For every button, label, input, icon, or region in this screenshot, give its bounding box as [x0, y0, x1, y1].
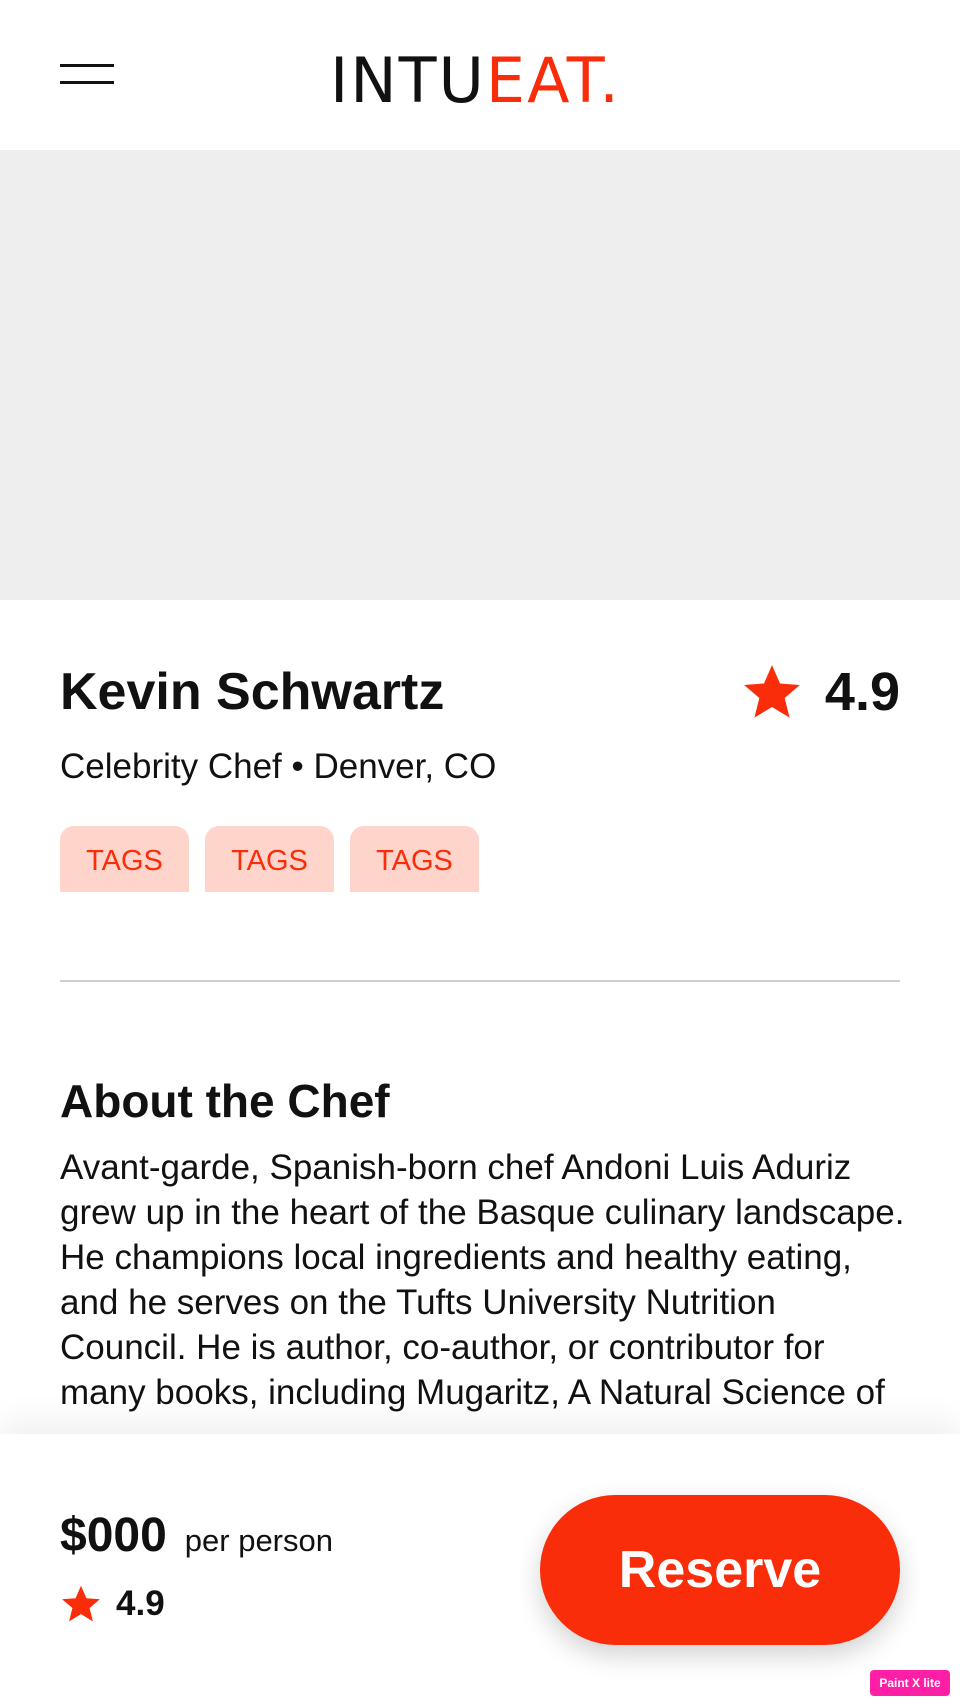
tag-chip[interactable]: TAGS: [350, 826, 479, 892]
paint-x-lite-watermark: Paint X lite: [870, 1670, 950, 1696]
intueat-logo[interactable]: INTUEAT.: [330, 46, 621, 116]
chef-profile-page: INTUEAT. Kevin Schwartz 4.9 Celebrity Ch…: [0, 0, 960, 1704]
price: $000 per person: [60, 1508, 333, 1564]
booking-rating: 4.9: [60, 1582, 165, 1626]
price-unit: per person: [184, 1523, 333, 1558]
app-header: INTUEAT.: [0, 0, 960, 150]
chef-rating-value: 4.9: [824, 662, 900, 722]
chef-hero-image-placeholder: [0, 150, 960, 600]
tag-chip[interactable]: TAGS: [205, 826, 334, 892]
booking-rating-value: 4.9: [116, 1584, 165, 1623]
chef-name: Kevin Schwartz: [60, 663, 445, 721]
chef-title-location: Celebrity Chef • Denver, CO: [60, 747, 497, 786]
hamburger-menu-icon[interactable]: [60, 62, 116, 88]
reserve-button[interactable]: Reserve: [540, 1495, 900, 1645]
tag-chip[interactable]: TAGS: [60, 826, 189, 892]
section-divider: [60, 980, 900, 982]
chef-tags: TAGS TAGS TAGS: [60, 826, 479, 892]
logo-text-accent: EAT.: [485, 44, 621, 117]
star-icon: [62, 1585, 100, 1622]
star-icon: [744, 665, 800, 718]
price-amount: $000: [60, 1509, 167, 1562]
about-chef-text: Avant-garde, Spanish-born chef Andoni Lu…: [60, 1148, 905, 1412]
chef-rating: 4.9: [741, 660, 900, 724]
logo-text-dark: INTU: [330, 44, 486, 117]
about-chef-heading: About the Chef: [60, 1075, 390, 1127]
